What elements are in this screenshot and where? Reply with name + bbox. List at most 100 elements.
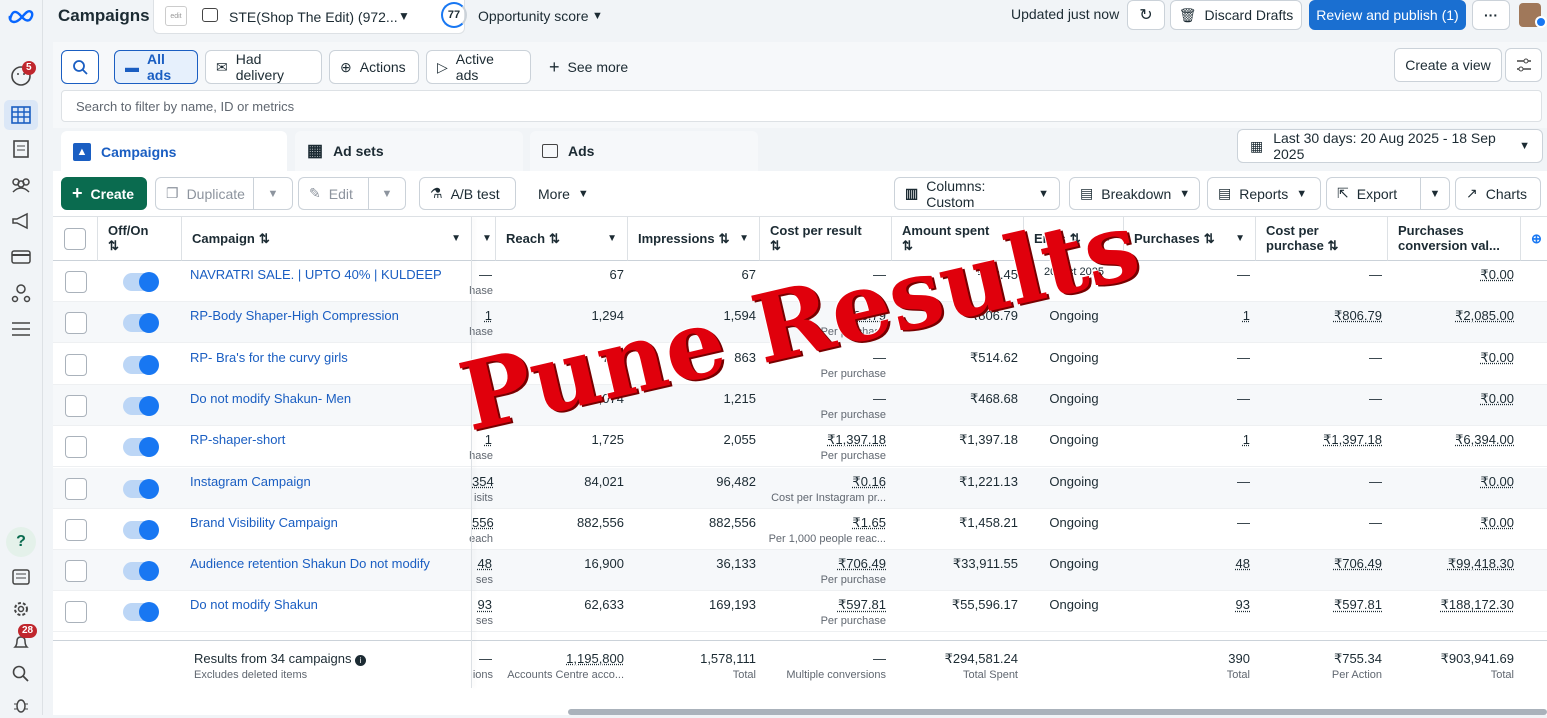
- add-column-icon[interactable]: ⊕: [1521, 217, 1547, 261]
- create-view-button[interactable]: Create a view: [1394, 48, 1502, 82]
- campaign-name-link[interactable]: RP-Body Shaper-High Compression: [190, 308, 465, 323]
- campaign-name-link[interactable]: Audience retention Shakun Do not modify: [190, 556, 465, 571]
- header-impressions[interactable]: Impressions ⇅ ▼: [628, 217, 760, 261]
- campaign-name-link[interactable]: NAVRATRI SALE. | UPTO 40% | KULDEEP: [190, 267, 465, 282]
- breakdown-button[interactable]: ▤ Breakdown ▼: [1069, 177, 1200, 210]
- refresh-button[interactable]: ↻: [1127, 0, 1165, 30]
- table-row[interactable]: Audience retention Shakun Do not modify 4…: [53, 550, 1547, 591]
- row-checkbox[interactable]: [65, 271, 87, 293]
- table-row[interactable]: RP-Body Shaper-High Compression 1 1,294 1,5…: [53, 302, 1547, 343]
- alerts-bell-icon[interactable]: 28: [8, 630, 34, 656]
- campaign-toggle[interactable]: [123, 397, 157, 415]
- tab-ads[interactable]: Ads: [530, 131, 758, 171]
- header-results-dropdown[interactable]: ▼: [472, 217, 496, 261]
- table-row[interactable]: Brand Visibility Campaign 556 882,556 882,5…: [53, 509, 1547, 550]
- table-row[interactable]: RP- Bra's for the curvy girls — 753 863 — ₹51…: [53, 344, 1547, 385]
- filter-had-delivery[interactable]: ✉ Had delivery: [205, 50, 322, 84]
- see-more-filters[interactable]: + See more: [539, 50, 639, 84]
- events-manager-icon[interactable]: [8, 280, 34, 306]
- header-cost-per-purchase[interactable]: Cost per purchase ⇅: [1256, 217, 1388, 261]
- header-ends[interactable]: Ends ⇅ ▼: [1024, 217, 1124, 261]
- header-offon[interactable]: Off/On ⇅: [98, 217, 182, 261]
- table-row[interactable]: Instagram Campaign 354 84,021 96,482 ₹0.16 ₹1…: [53, 468, 1547, 509]
- select-all-checkbox[interactable]: [64, 228, 86, 250]
- tab-campaigns[interactable]: ▲ Campaigns: [61, 131, 287, 173]
- row-checkbox[interactable]: [65, 395, 87, 417]
- header-reach[interactable]: Reach ⇅ ▼: [496, 217, 628, 261]
- billing-card-icon[interactable]: [8, 244, 34, 270]
- settings-gear-icon[interactable]: [8, 596, 34, 622]
- filter-all-ads[interactable]: ▬ All ads: [114, 50, 198, 84]
- search-toggle-button[interactable]: [61, 50, 99, 84]
- header-purchases-value[interactable]: Purchases conversion val...: [1388, 217, 1521, 261]
- reports-button[interactable]: ▤ Reports ▼: [1207, 177, 1321, 210]
- row-checkbox[interactable]: [65, 560, 87, 582]
- campaign-toggle[interactable]: [123, 480, 157, 498]
- table-row[interactable]: RP-shaper-short 1 1,725 2,055 ₹1,397.18 ₹1,39…: [53, 426, 1547, 467]
- news-icon[interactable]: [8, 564, 34, 590]
- filter-actions[interactable]: ⊕ Actions: [329, 50, 419, 84]
- header-cost-per-result[interactable]: Cost per result ⇅: [760, 217, 892, 261]
- campaign-name-link[interactable]: Do not modify Shakun: [190, 597, 465, 612]
- campaign-name-link[interactable]: RP-shaper-short: [190, 432, 465, 447]
- campaign-toggle[interactable]: [123, 603, 157, 621]
- campaign-toggle[interactable]: [123, 314, 157, 332]
- info-icon[interactable]: i: [355, 655, 366, 666]
- search-input[interactable]: Search to filter by name, ID or metrics: [61, 90, 1542, 122]
- export-button[interactable]: ⇱ Export: [1326, 177, 1420, 210]
- account-selector[interactable]: edit STE(Shop The Edit) (972... ▼: [153, 0, 465, 34]
- header-amount-spent[interactable]: Amount spent ⇅: [892, 217, 1024, 261]
- duplicate-button[interactable]: ❐ Duplicate: [155, 177, 253, 210]
- notifications-face-icon[interactable]: 5: [8, 63, 34, 89]
- date-range-picker[interactable]: ▦ Last 30 days: 20 Aug 2025 - 18 Sep 2025…: [1237, 129, 1543, 163]
- duplicate-dropdown[interactable]: ▼: [253, 177, 293, 210]
- row-checkbox[interactable]: [65, 601, 87, 623]
- table-row[interactable]: NAVRATRI SALE. | UPTO 40% | KULDEEP — 67 67…: [53, 261, 1547, 302]
- filter-active-ads[interactable]: ▷ Active ads: [426, 50, 531, 84]
- campaign-toggle[interactable]: [123, 356, 157, 374]
- edit-dropdown[interactable]: ▼: [368, 177, 406, 210]
- header-campaign[interactable]: Campaign ⇅ ▼: [182, 217, 472, 261]
- edit-button[interactable]: ✎ Edit: [298, 177, 368, 210]
- horizontal-scrollbar[interactable]: [568, 709, 1547, 715]
- create-button[interactable]: + Create: [61, 177, 147, 210]
- search-icon[interactable]: [8, 661, 34, 687]
- row-checkbox[interactable]: [65, 436, 87, 458]
- review-publish-button[interactable]: Review and publish (1): [1309, 0, 1466, 30]
- discard-drafts-button[interactable]: 🗑 Discard Drafts: [1170, 0, 1302, 30]
- header-purchases[interactable]: Purchases ⇅ ▼: [1124, 217, 1256, 261]
- tab-ad-sets[interactable]: ▦ Ad sets: [295, 131, 523, 171]
- pages-icon[interactable]: [8, 136, 34, 162]
- campaign-toggle[interactable]: [123, 273, 157, 291]
- campaign-toggle[interactable]: [123, 438, 157, 456]
- ads-manager-table-icon[interactable]: [4, 100, 38, 130]
- meta-logo-icon[interactable]: [8, 3, 34, 29]
- columns-button[interactable]: ▥ Columns: Custom ▼: [894, 177, 1060, 210]
- opportunity-score-label[interactable]: Opportunity score: [478, 8, 589, 24]
- megaphone-icon[interactable]: [8, 208, 34, 234]
- chevron-down-icon[interactable]: ▼: [592, 10, 603, 22]
- campaign-name-link[interactable]: Brand Visibility Campaign: [190, 515, 465, 530]
- row-checkbox[interactable]: [65, 312, 87, 334]
- bug-report-icon[interactable]: [8, 692, 34, 718]
- campaign-toggle[interactable]: [123, 562, 157, 580]
- opportunity-score-gauge[interactable]: 77: [441, 2, 467, 28]
- help-icon[interactable]: ?: [6, 527, 36, 557]
- campaign-name-link[interactable]: Do not modify Shakun- Men: [190, 391, 465, 406]
- campaign-toggle[interactable]: [123, 521, 157, 539]
- audiences-icon[interactable]: [8, 172, 34, 198]
- export-dropdown[interactable]: ▼: [1420, 177, 1450, 210]
- campaign-name-link[interactable]: RP- Bra's for the curvy girls: [190, 350, 465, 365]
- row-checkbox[interactable]: [65, 354, 87, 376]
- more-options-button[interactable]: ···: [1472, 0, 1510, 30]
- row-checkbox[interactable]: [65, 519, 87, 541]
- row-checkbox[interactable]: [65, 478, 87, 500]
- more-button[interactable]: More ▼: [528, 177, 598, 210]
- charts-button[interactable]: ↗ Charts: [1455, 177, 1541, 210]
- campaign-name-link[interactable]: Instagram Campaign: [190, 474, 465, 489]
- table-row[interactable]: Do not modify Shakun 93 62,633 169,193 ₹597.…: [53, 591, 1547, 632]
- ab-test-button[interactable]: ⚗ A/B test: [419, 177, 516, 210]
- table-row[interactable]: Do not modify Shakun- Men — 1,074 1,215 — ₹46…: [53, 385, 1547, 426]
- filter-settings-button[interactable]: [1505, 48, 1542, 82]
- all-tools-menu-icon[interactable]: [8, 316, 34, 342]
